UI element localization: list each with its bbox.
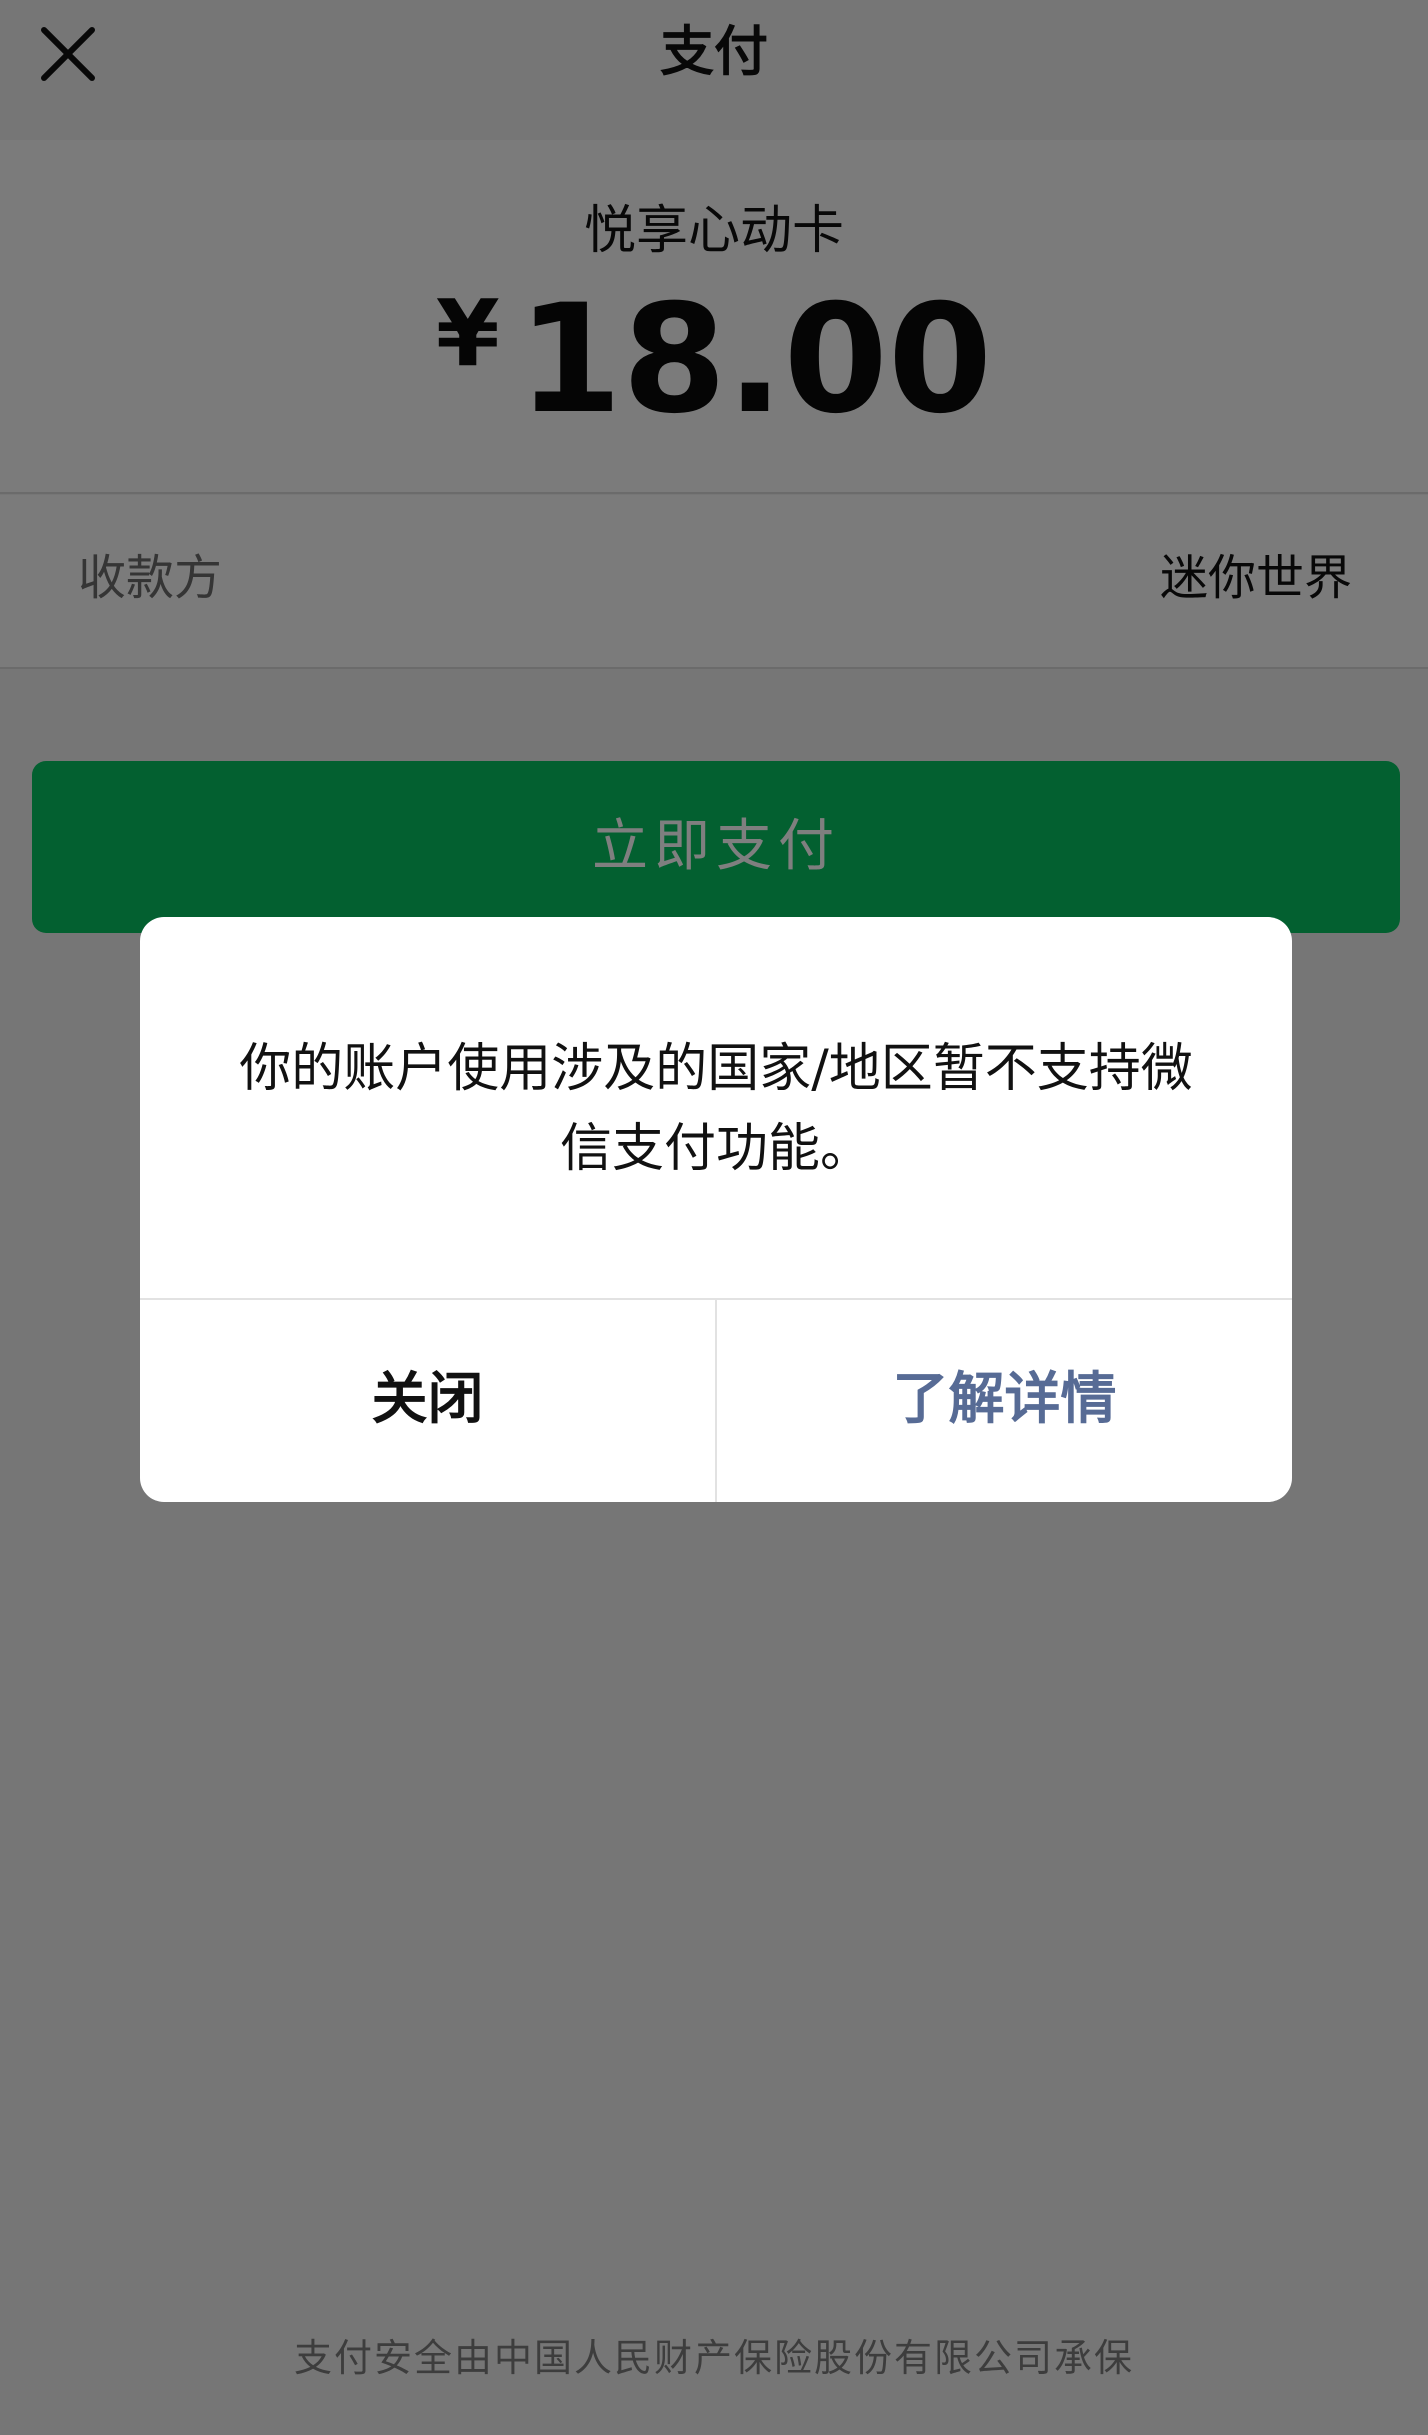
region-unsupported-dialog: 你的账户使用涉及的国家/地区暂不支持微信支付功能。 关闭 了解详情: [140, 917, 1292, 1502]
learn-more-button[interactable]: 了解详情: [717, 1300, 1292, 1502]
dialog-message: 你的账户使用涉及的国家/地区暂不支持微信支付功能。: [239, 1039, 1193, 1179]
dialog-actions: 关闭 了解详情: [140, 1298, 1292, 1502]
dialog-close-button[interactable]: 关闭: [140, 1300, 717, 1502]
